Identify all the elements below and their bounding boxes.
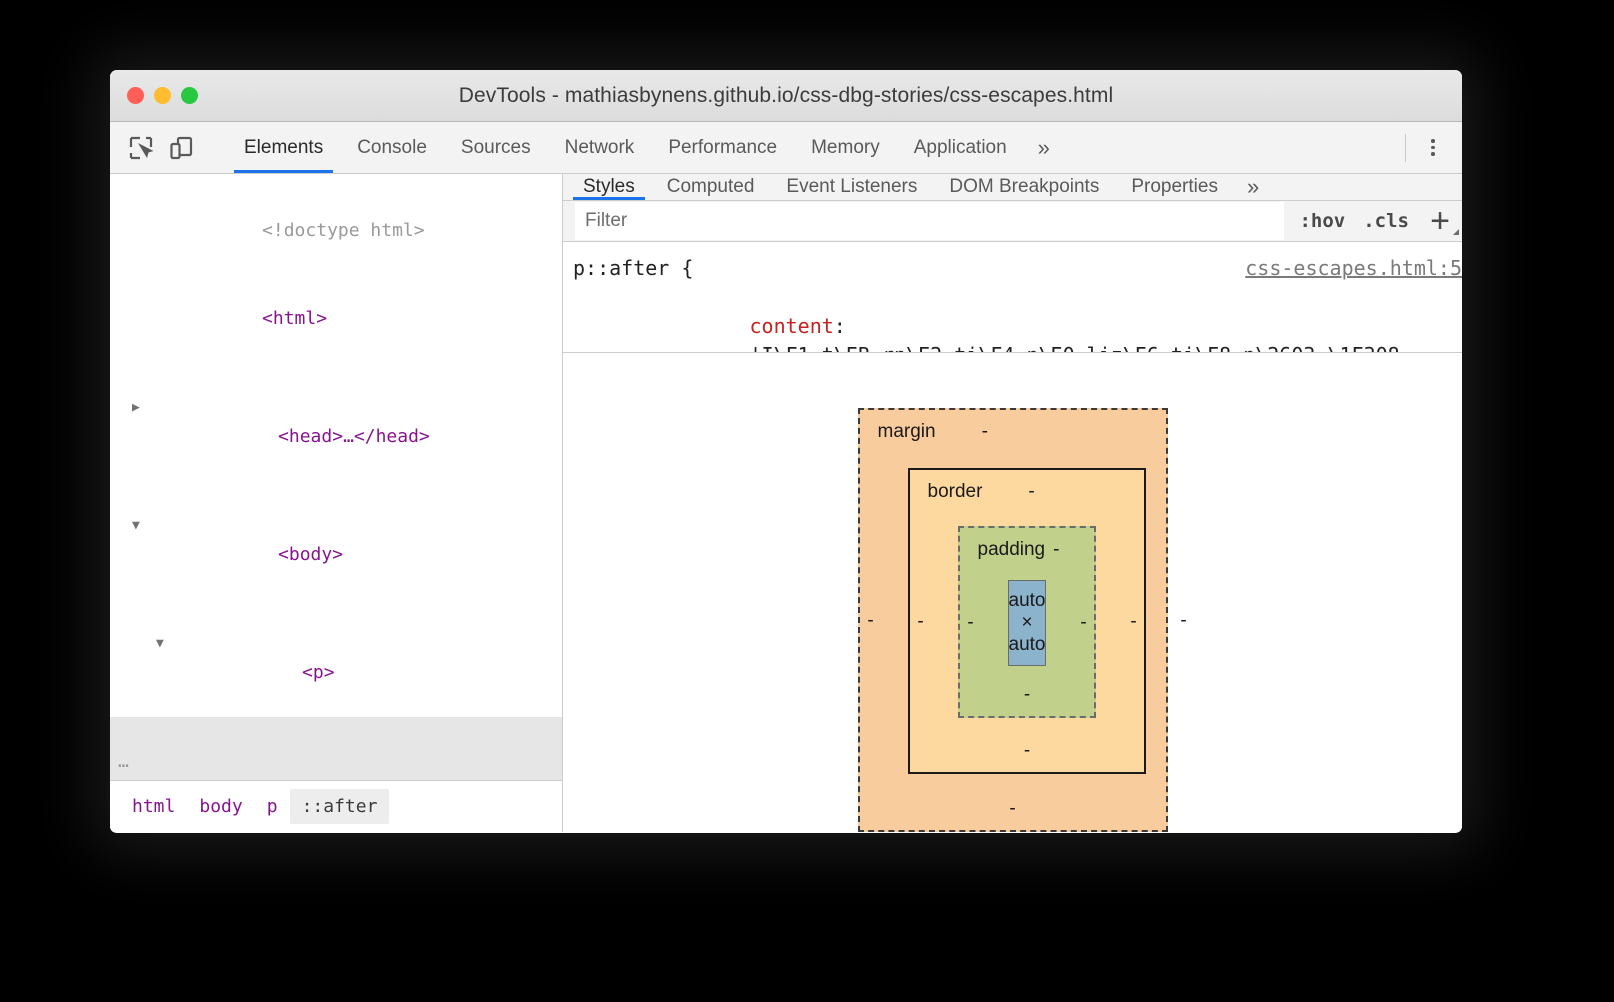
kebab-menu-icon[interactable] bbox=[1418, 131, 1448, 165]
box-model-padding-right[interactable]: - bbox=[1072, 612, 1094, 634]
css-declaration[interactable]: content: 'I\F1 t\EB rn\E2 ti\F4 n\E0 liz… bbox=[563, 283, 1462, 352]
tab-elements[interactable]: Elements bbox=[227, 122, 340, 173]
tab-computed[interactable]: Computed bbox=[651, 174, 771, 200]
zoom-button[interactable] bbox=[181, 87, 198, 104]
css-property-name[interactable]: content bbox=[750, 314, 834, 338]
panel-tabs: Elements Console Sources Network Perform… bbox=[227, 122, 1393, 173]
box-model-border-label: border bbox=[927, 481, 983, 502]
cls-toggle-button[interactable]: .cls bbox=[1354, 210, 1418, 232]
plus-icon: + bbox=[1430, 202, 1450, 240]
box-model-border[interactable]: border - - padding - - auto × auto - - -… bbox=[907, 468, 1147, 774]
tab-application[interactable]: Application bbox=[897, 122, 1024, 173]
filter-input[interactable] bbox=[575, 202, 1285, 240]
box-model-margin-left[interactable]: - bbox=[860, 610, 882, 632]
inspect-cursor-icon[interactable] bbox=[124, 131, 158, 165]
css-colon: : bbox=[833, 314, 846, 338]
tab-styles[interactable]: Styles bbox=[567, 174, 651, 200]
breadcrumb: html body p ::after bbox=[110, 780, 562, 832]
tab-dom-breakpoints[interactable]: DOM Breakpoints bbox=[933, 174, 1115, 200]
title-bar: DevTools - mathiasbynens.github.io/css-d… bbox=[110, 70, 1462, 122]
breadcrumb-item-html[interactable]: html bbox=[120, 789, 187, 824]
tab-properties[interactable]: Properties bbox=[1115, 174, 1234, 200]
box-model-border-top[interactable]: - bbox=[1028, 481, 1034, 503]
box-model-padding-middle: - auto × auto - bbox=[960, 564, 1095, 682]
tab-network[interactable]: Network bbox=[548, 122, 652, 173]
box-model-padding-left[interactable]: - bbox=[960, 612, 982, 634]
breadcrumb-item-body[interactable]: body bbox=[187, 789, 254, 824]
dom-node-html-open[interactable]: <html> bbox=[110, 275, 562, 364]
dom-node-p-open[interactable]: ▼ <p> bbox=[110, 599, 562, 717]
styles-filter-bar: :hov .cls + bbox=[563, 201, 1462, 242]
box-model-margin-label: margin bbox=[877, 421, 936, 442]
twisty-expanded-icon[interactable]: ▼ bbox=[132, 511, 140, 541]
tab-memory[interactable]: Memory bbox=[794, 122, 897, 173]
new-style-rule-button[interactable]: + bbox=[1418, 201, 1462, 241]
css-rule-header: p::after { css-escapes.html:5 bbox=[563, 254, 1462, 283]
box-model-margin-top[interactable]: - bbox=[982, 421, 988, 443]
breadcrumb-item-after[interactable]: ::after bbox=[289, 789, 390, 824]
stylesheet-source-link[interactable]: css-escapes.html:5 bbox=[1245, 254, 1462, 283]
tab-performance[interactable]: Performance bbox=[651, 122, 794, 173]
twisty-collapsed-icon[interactable]: ▶ bbox=[132, 393, 140, 423]
tabs-overflow-chevron-icon[interactable]: » bbox=[1024, 122, 1064, 173]
box-model-margin[interactable]: margin - - border - - padding - - auto ×… bbox=[857, 408, 1187, 832]
box-model-wrapper: margin - - border - - padding - - auto ×… bbox=[563, 353, 1462, 832]
box-model-margin-middle: - border - - padding - - auto × auto - -… bbox=[860, 446, 1187, 796]
box-model-padding-top-row: padding - bbox=[960, 536, 1095, 564]
twisty-expanded-p-icon[interactable]: ▼ bbox=[156, 629, 164, 659]
toolbar-right-group bbox=[1393, 122, 1462, 173]
minimize-button[interactable] bbox=[154, 87, 171, 104]
window-title: DevTools - mathiasbynens.github.io/css-d… bbox=[458, 83, 1114, 107]
box-model-padding-top[interactable]: - bbox=[1053, 539, 1059, 561]
box-model-content[interactable]: auto × auto bbox=[1007, 580, 1047, 666]
subtabs-overflow-chevron-icon[interactable]: » bbox=[1234, 174, 1272, 200]
css-rule-block: p::after { css-escapes.html:5 content: '… bbox=[563, 242, 1462, 353]
box-model-border-bottom[interactable]: - bbox=[910, 738, 1145, 764]
box-model-border-right[interactable]: - bbox=[1122, 611, 1144, 633]
node-badge-ellipsis[interactable]: … bbox=[118, 747, 130, 777]
main-toolbar: Elements Console Sources Network Perform… bbox=[110, 122, 1462, 174]
box-model-padding-label: padding bbox=[977, 539, 1046, 560]
toolbar-icon-group bbox=[110, 122, 227, 173]
traffic-lights bbox=[127, 87, 198, 104]
tab-console[interactable]: Console bbox=[340, 122, 444, 173]
box-model-margin-top-row: margin - bbox=[860, 418, 1166, 446]
box-model-padding-bottom[interactable]: - bbox=[960, 682, 1095, 708]
css-property-value-line1[interactable]: 'I\F1 t\EB rn\E2 ti\F4 n\E0 liz\E6 ti\F8… bbox=[750, 343, 1400, 352]
box-model-border-left[interactable]: - bbox=[910, 611, 932, 633]
devtools-window: DevTools - mathiasbynens.github.io/css-d… bbox=[110, 70, 1462, 833]
device-toolbar-icon[interactable] bbox=[164, 131, 198, 165]
close-button[interactable] bbox=[127, 87, 144, 104]
box-model-margin-bottom[interactable]: - bbox=[860, 796, 1166, 822]
panel-split: <!doctype html> <html> ▶ <head>…</head> … bbox=[110, 174, 1462, 832]
breadcrumb-item-p[interactable]: p bbox=[255, 789, 290, 824]
css-selector[interactable]: p::after { bbox=[573, 254, 693, 283]
dom-tree: <!doctype html> <html> ▶ <head>…</head> … bbox=[110, 174, 562, 780]
styles-subtabs: Styles Computed Event Listeners DOM Brea… bbox=[563, 174, 1462, 201]
dom-node-after-pseudo[interactable]: … ::after == $0 bbox=[110, 717, 562, 780]
box-model-border-middle: - padding - - auto × auto - - - bbox=[910, 506, 1145, 738]
dom-tree-pane: <!doctype html> <html> ▶ <head>…</head> … bbox=[110, 174, 563, 832]
tab-event-listeners[interactable]: Event Listeners bbox=[770, 174, 933, 200]
styles-pane: Styles Computed Event Listeners DOM Brea… bbox=[563, 174, 1462, 832]
dom-node-doctype[interactable]: <!doctype html> bbox=[110, 186, 562, 275]
dom-node-body-open[interactable]: ▼ <body> bbox=[110, 481, 562, 599]
toolbar-divider-right bbox=[1405, 133, 1406, 162]
hov-toggle-button[interactable]: :hov bbox=[1290, 210, 1354, 232]
dom-node-head[interactable]: ▶ <head>…</head> bbox=[110, 363, 562, 481]
box-model-padding[interactable]: padding - - auto × auto - - bbox=[957, 526, 1097, 718]
dropdown-triangle-icon[interactable] bbox=[1453, 229, 1459, 235]
box-model-margin-right[interactable]: - bbox=[1172, 610, 1194, 632]
screenshot-root: DevTools - mathiasbynens.github.io/css-d… bbox=[0, 0, 1614, 1002]
tab-sources[interactable]: Sources bbox=[444, 122, 548, 173]
box-model-border-top-row: border - bbox=[910, 478, 1145, 506]
